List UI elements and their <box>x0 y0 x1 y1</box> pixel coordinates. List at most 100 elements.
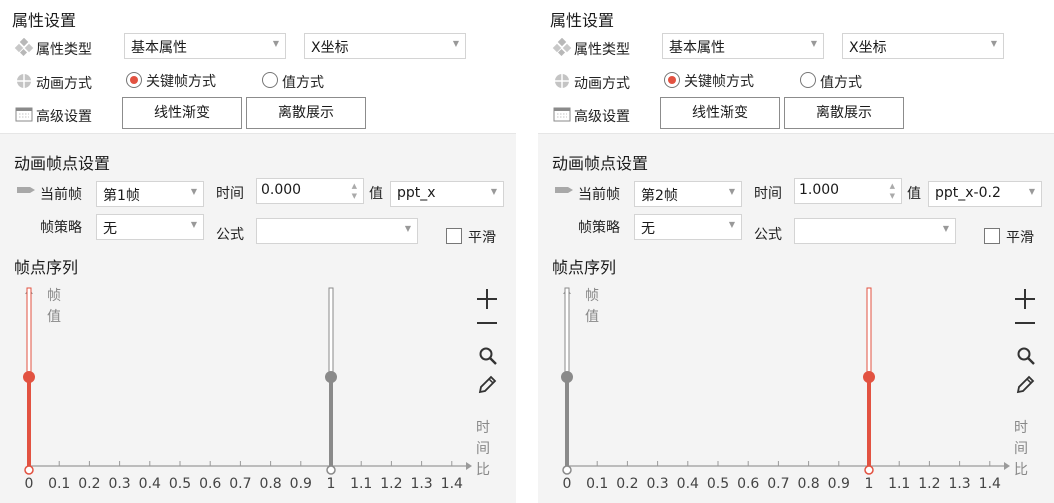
keyframe-track <box>866 287 872 378</box>
keyframe-time-point <box>326 465 336 475</box>
smooth-label: 平滑 <box>1006 230 1034 246</box>
chevron-down-icon: ▼ <box>490 187 497 196</box>
property-sub-select[interactable]: X坐标 ▼ <box>842 33 1004 59</box>
frame-settings-title: 动画帧点设置 <box>14 154 111 173</box>
property-type-label: 属性类型 <box>574 42 630 58</box>
keyframe-track <box>26 287 32 378</box>
x-tick-label: 0.4 <box>139 476 161 492</box>
x-tick-label: 0.6 <box>737 476 759 492</box>
add-keyframe-icon[interactable] <box>476 288 498 310</box>
pencil-icon[interactable] <box>1014 374 1036 396</box>
radio-value-mode[interactable] <box>800 72 816 88</box>
radio-value-mode[interactable] <box>262 72 278 88</box>
calendar-icon <box>15 107 33 122</box>
add-keyframe-icon[interactable] <box>1014 288 1036 310</box>
x-tick-label: 1.3 <box>410 476 432 492</box>
property-type-select[interactable]: 基本属性 ▼ <box>662 33 824 59</box>
property-type-icon <box>14 38 34 56</box>
current-frame-value: 第2帧 <box>641 188 678 204</box>
current-frame-select[interactable]: 第2帧 ▼ <box>634 181 742 207</box>
property-sub-select[interactable]: X坐标 ▼ <box>304 33 466 59</box>
animation-mode-label: 动画方式 <box>574 76 630 92</box>
formula-label: 公式 <box>754 227 782 243</box>
chevron-down-icon: ▼ <box>1028 187 1035 196</box>
discrete-display-button[interactable]: 离散展示 <box>246 97 366 129</box>
smooth-checkbox[interactable] <box>984 228 1000 244</box>
chevron-down-icon: ▼ <box>272 39 279 48</box>
current-frame-icon <box>555 187 573 193</box>
smooth-label: 平滑 <box>468 230 496 246</box>
remove-keyframe-icon[interactable] <box>1014 318 1036 328</box>
formula-select[interactable]: ▼ <box>794 218 956 244</box>
time-label: 时间 <box>754 186 782 202</box>
keyframe-track <box>564 287 570 378</box>
frame-strategy-select[interactable]: 无 ▼ <box>96 214 204 240</box>
frame-settings-title: 动画帧点设置 <box>552 154 649 173</box>
value-select[interactable]: ppt_x ▼ <box>390 181 504 207</box>
x-axis-label-1: 时 <box>1014 420 1028 436</box>
property-type-value: 基本属性 <box>131 40 187 56</box>
calendar-icon <box>553 107 571 122</box>
spinner-arrows-icon[interactable]: ▲ ▼ <box>352 181 357 201</box>
zoom-icon[interactable] <box>478 346 498 366</box>
property-type-select[interactable]: 基本属性 ▼ <box>124 33 286 59</box>
frame-strategy-select[interactable]: 无 ▼ <box>634 214 742 240</box>
frame-sequence-canvas[interactable]: 0 0.1 0.2 0.3 0.4 0.5 0.6 0.7 0.8 0.9 1 1.1 1.2 1.3 1.… <box>0 270 516 503</box>
property-type-value: 基本属性 <box>669 40 725 56</box>
current-frame-label: 当前帧 <box>40 187 82 203</box>
keyframe-time-point <box>562 465 572 475</box>
keyframe-handle[interactable] <box>325 287 337 475</box>
x-axis-arrow <box>466 462 472 470</box>
frame-sequence-canvas[interactable]: 0 0.1 0.2 0.3 0.4 0.5 0.6 0.7 0.8 0.9 1 1.1 1.2 1.3 1.… <box>538 270 1054 503</box>
remove-keyframe-icon[interactable] <box>476 318 498 328</box>
animation-property-panel: 属性设置 属性类型 基本属性 ▼ X坐标 ▼ 动画方式 关键帧方式 值方式 高级… <box>0 0 516 503</box>
keyframe-value-point <box>325 371 337 383</box>
keyframe-bar <box>329 377 333 466</box>
x-axis-label-3: 比 <box>476 462 490 478</box>
x-tick-label: 0.2 <box>78 476 100 492</box>
x-tick-label: 1 <box>327 476 336 492</box>
property-sub-value: X坐标 <box>849 40 887 56</box>
radio-value-label: 值方式 <box>282 75 324 91</box>
keyframe-track <box>328 287 334 378</box>
x-axis-label-2: 间 <box>476 441 490 457</box>
property-sub-value: X坐标 <box>311 40 349 56</box>
x-tick-label: 1.4 <box>441 476 463 492</box>
formula-select[interactable]: ▼ <box>256 218 418 244</box>
value-select[interactable]: ppt_x-0.2 ▼ <box>928 181 1042 207</box>
keyframe-handle[interactable] <box>863 287 875 475</box>
radio-keyframe-label: 关键帧方式 <box>684 74 754 90</box>
spinner-arrows-icon[interactable]: ▲ ▼ <box>890 181 895 201</box>
chevron-down-icon: ▼ <box>728 187 735 196</box>
x-tick-label: 1.2 <box>380 476 402 492</box>
advanced-settings-label: 高级设置 <box>36 109 92 125</box>
x-tick-label: 1.4 <box>979 476 1001 492</box>
zoom-icon[interactable] <box>1016 346 1036 366</box>
current-frame-label: 当前帧 <box>578 187 620 203</box>
chevron-down-icon: ▼ <box>452 39 459 48</box>
x-tick-label: 1 <box>865 476 874 492</box>
linear-gradient-button[interactable]: 线性渐变 <box>122 97 242 129</box>
y-axis-label-1: 帧 <box>585 288 599 304</box>
current-frame-select[interactable]: 第1帧 ▼ <box>96 181 204 207</box>
x-axis-label-1: 时 <box>476 420 490 436</box>
keyframe-handle[interactable] <box>23 287 35 475</box>
smooth-checkbox[interactable] <box>446 228 462 244</box>
linear-gradient-button[interactable]: 线性渐变 <box>660 97 780 129</box>
keyframe-time-point <box>864 465 874 475</box>
x-tick-label: 0.7 <box>229 476 251 492</box>
x-tick-label: 1.1 <box>350 476 372 492</box>
y-axis-label-1: 帧 <box>47 288 61 304</box>
time-input[interactable]: 1.000 ▲ ▼ <box>794 178 902 204</box>
x-tick-label: 0.9 <box>290 476 312 492</box>
radio-keyframe-mode[interactable] <box>664 72 680 88</box>
discrete-display-button[interactable]: 离散展示 <box>784 97 904 129</box>
keyframe-handle[interactable] <box>561 287 573 475</box>
time-input[interactable]: 0.000 ▲ ▼ <box>256 178 364 204</box>
pencil-icon[interactable] <box>476 374 498 396</box>
animation-property-panel: 属性设置 属性类型 基本属性 ▼ X坐标 ▼ 动画方式 关键帧方式 值方式 高级… <box>538 0 1054 503</box>
keyframe-value-point <box>863 371 875 383</box>
value-label: 值 <box>907 186 921 202</box>
value-value: ppt_x-0.2 <box>935 185 1001 201</box>
radio-keyframe-mode[interactable] <box>126 72 142 88</box>
